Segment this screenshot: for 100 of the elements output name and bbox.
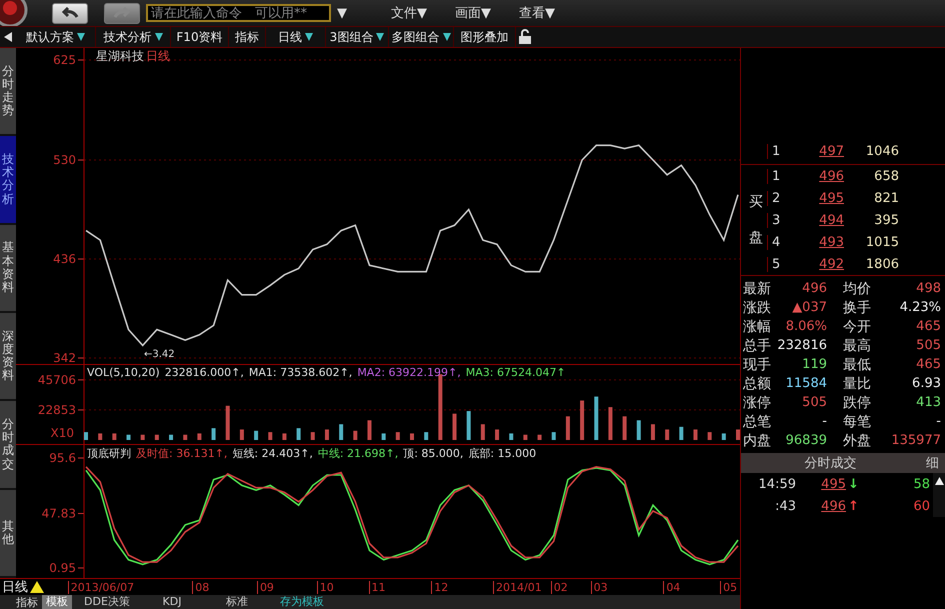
stat-label: 内盘: [743, 432, 772, 450]
volume-value: 1015: [864, 234, 899, 250]
rank-number: 1: [767, 168, 794, 184]
trade-price: 496: [820, 498, 846, 514]
rank-number: 2: [767, 190, 794, 206]
date-label: 09: [256, 580, 317, 594]
date-label: 10: [316, 580, 368, 594]
legend-text: VOL(5,10,20): [87, 366, 160, 379]
trade-volume: 58: [912, 476, 930, 492]
back-button[interactable]: [52, 2, 88, 24]
sidebar-tab[interactable]: 技术分析: [0, 136, 16, 225]
stat-label: 涨停: [743, 394, 772, 412]
stat-label: 总笔: [743, 412, 772, 430]
date-label: 08: [192, 580, 257, 594]
command-field[interactable]: 请在此输入命令 可以用**: [146, 4, 331, 22]
volume-value: 658: [873, 168, 899, 184]
price-annotation: ←3.42: [144, 349, 175, 360]
indicator-label: 指标: [15, 594, 39, 609]
sidebar-tab[interactable]: 深度资料: [0, 312, 16, 402]
stat-label: 涨幅: [743, 318, 772, 336]
rank-number: 1: [767, 144, 794, 158]
stat-value: 505: [801, 395, 828, 410]
dropdown-arrow[interactable]: ▼: [337, 6, 347, 20]
legend-text: 及时值: 36.131↑,: [136, 446, 228, 461]
date-label: 2014/01: [493, 580, 551, 594]
detail-tab[interactable]: 细: [920, 454, 945, 472]
stat-value: 4.23%: [898, 300, 942, 315]
stat-value: ▲037: [791, 300, 828, 315]
legend-text: MA1: 73538.602↑,: [248, 366, 352, 379]
lock-icon: [518, 29, 532, 45]
price-value: 495: [818, 190, 844, 206]
axis-label: 530: [53, 153, 76, 168]
arrow-icon: [113, 7, 131, 19]
sidebar-tab[interactable]: 其他: [0, 490, 16, 578]
stat-value: -: [935, 414, 942, 429]
legend-text: MA2: 63922.199↑,: [357, 366, 461, 379]
sidebar-tab[interactable]: 基本资料: [0, 224, 16, 313]
scale-label: X10: [50, 426, 74, 440]
legend-text: 顶: 85.000,: [403, 446, 464, 461]
volume-value: 821: [873, 190, 899, 206]
stat-label: 换手: [842, 298, 872, 316]
triangle-icon: [30, 581, 44, 593]
date-label: 03: [590, 580, 664, 594]
price-value: 494: [818, 212, 844, 228]
stat-label: 最高: [842, 336, 872, 354]
scroll-up-icon: [934, 477, 944, 485]
stat-value: 465: [915, 319, 942, 334]
bottom-tab[interactable]: 模板: [42, 595, 72, 609]
axis-label: 625: [53, 53, 76, 67]
trade-arrow: ↓: [848, 476, 860, 492]
stat-label: 外盘: [842, 432, 872, 450]
volume-value: 1046: [864, 144, 899, 158]
legend-text: 中线: 21.698↑,: [318, 446, 398, 461]
axis-label: 47.83: [42, 506, 76, 520]
arrow-icon: [61, 7, 79, 19]
stat-value: 505: [915, 338, 942, 353]
axis-label: 45706: [38, 372, 76, 387]
menu-item[interactable]: 文件▼: [391, 4, 427, 22]
axis-label: 95.6: [49, 451, 76, 465]
stat-label: 今开: [842, 318, 872, 336]
date-label: 05: [720, 580, 740, 594]
legend-text: 底部: 15.000: [468, 446, 536, 461]
stat-label: 最低: [842, 356, 872, 374]
stat-label: 均价: [842, 280, 872, 298]
trade-time: :43: [774, 498, 796, 514]
price-value: 492: [818, 256, 844, 272]
menu-item[interactable]: 查看▼: [519, 4, 555, 22]
stock-name: 星湖科技: [96, 48, 144, 65]
stat-value: 232816: [776, 338, 828, 353]
stat-label: 量比: [842, 374, 872, 392]
axis-label: 22853: [38, 402, 76, 417]
rank-number: 3: [767, 212, 794, 228]
stat-label: 总手: [743, 336, 772, 354]
stat-label: 跌停: [842, 394, 872, 412]
date-label: 12: [431, 580, 493, 594]
price-value: 493: [818, 234, 844, 250]
stat-value: 119: [801, 357, 828, 372]
date-label: 04: [663, 580, 720, 594]
trade-time: 14:59: [758, 476, 796, 492]
sidebar-tab[interactable]: 分时成交: [0, 401, 16, 490]
stat-label: 涨跌: [743, 298, 772, 316]
sidebar-tab[interactable]: 分时走势: [0, 48, 16, 136]
volume-value: 1806: [864, 256, 899, 272]
volume-value: 395: [873, 212, 899, 228]
stat-value: 498: [915, 281, 942, 296]
legend-text: MA3: 67524.047↑: [466, 366, 566, 379]
stat-value: 465: [915, 357, 942, 372]
legend-text: 顶底研判: [87, 446, 131, 461]
stat-value: 11584: [784, 376, 828, 391]
trade-arrow: ↑: [848, 498, 860, 514]
stat-label: 总额: [743, 374, 772, 392]
left-arrow-icon: [2, 31, 14, 43]
trade-price: 495: [820, 476, 846, 492]
legend-text: 232816.000↑,: [164, 366, 244, 379]
axis-label: 436: [53, 252, 76, 266]
rank-number: 4: [767, 234, 794, 250]
menu-item[interactable]: 画面▼: [455, 4, 491, 22]
stat-label: 每笔: [842, 412, 872, 430]
toolbar-button[interactable]: 多图组合: [389, 27, 454, 47]
price-value: 496: [818, 168, 844, 184]
